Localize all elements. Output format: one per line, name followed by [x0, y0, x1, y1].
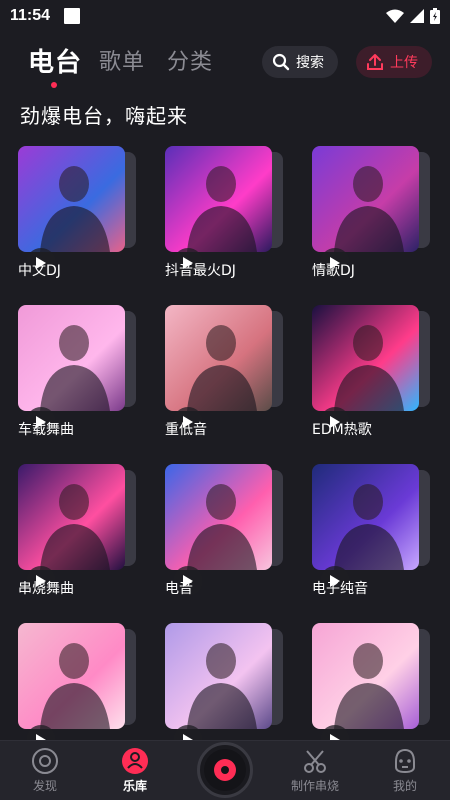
search-label: 搜索 — [296, 55, 324, 71]
cover-image — [18, 305, 125, 411]
card-label: 电子纯音 — [312, 581, 368, 597]
card-label: 车载舞曲 — [18, 422, 74, 438]
card-label: 中文DJ — [18, 263, 61, 279]
nav-profile[interactable]: 我的 — [370, 747, 440, 794]
nav-discover-label: 发现 — [32, 779, 57, 793]
cover-image — [165, 305, 272, 411]
discover-icon — [32, 748, 58, 774]
notification-icon — [64, 8, 81, 24]
cover-image — [312, 464, 419, 570]
cover-image — [165, 464, 272, 570]
tab-playlist[interactable]: 歌单 — [99, 44, 145, 76]
card-label: 电音 — [165, 581, 193, 597]
card-label: EDM热歌 — [312, 422, 372, 438]
tab-category[interactable]: 分类 — [167, 44, 213, 76]
tab-radio[interactable]: 电台 — [28, 42, 82, 79]
vinyl-disc-icon — [204, 749, 246, 791]
radio-card[interactable]: 车载舞曲 — [18, 305, 144, 445]
search-icon — [272, 53, 290, 71]
nav-discover[interactable]: 发现 — [10, 747, 80, 794]
radio-card[interactable]: 情歌DJ — [312, 146, 438, 286]
now-playing-disc[interactable] — [197, 742, 253, 798]
cover-image — [312, 305, 419, 411]
radio-card[interactable]: 抖音最火DJ — [165, 146, 291, 286]
battery-icon — [430, 8, 440, 24]
radio-card[interactable]: 电音 — [165, 464, 291, 604]
upload-button[interactable]: 上传 — [356, 46, 432, 78]
section-title: 劲爆电台，嗨起来 — [20, 104, 188, 128]
profile-icon — [395, 748, 415, 774]
cover-image — [165, 146, 272, 252]
top-nav: 电台 歌单 分类 搜索 上传 — [0, 40, 450, 90]
radio-card[interactable]: 串烧舞曲 — [18, 464, 144, 604]
status-bar: 11:54 — [0, 0, 450, 32]
cover-image — [312, 146, 419, 252]
nav-mix-label: 制作串烧 — [290, 779, 339, 793]
radio-card[interactable]: 电子纯音 — [312, 464, 438, 604]
radio-card[interactable]: EDM热歌 — [312, 305, 438, 445]
nav-library-label: 乐库 — [122, 779, 147, 793]
nav-profile-label: 我的 — [392, 779, 417, 793]
cover-image — [165, 623, 272, 729]
radio-card[interactable]: 中文DJ — [18, 146, 144, 286]
cover-image — [18, 623, 125, 729]
upload-icon — [367, 54, 383, 70]
nav-mix[interactable]: 制作串烧 — [280, 747, 350, 794]
wifi-icon — [386, 9, 404, 23]
status-icons — [386, 8, 440, 24]
upload-label: 上传 — [390, 55, 418, 71]
active-tab-indicator — [51, 82, 57, 88]
cover-image — [18, 146, 125, 252]
card-label: 重低音 — [165, 422, 207, 438]
signal-icon — [410, 9, 424, 23]
nav-library[interactable]: 乐库 — [100, 747, 170, 794]
status-time: 11:54 — [10, 7, 51, 24]
cover-image — [18, 464, 125, 570]
mix-icon — [304, 750, 326, 773]
card-label: 串烧舞曲 — [18, 581, 74, 597]
card-label: 抖音最火DJ — [165, 263, 236, 279]
card-label: 情歌DJ — [312, 263, 355, 279]
library-icon — [122, 748, 148, 774]
radio-card[interactable]: 重低音 — [165, 305, 291, 445]
cover-image — [312, 623, 419, 729]
search-button[interactable]: 搜索 — [262, 46, 338, 78]
